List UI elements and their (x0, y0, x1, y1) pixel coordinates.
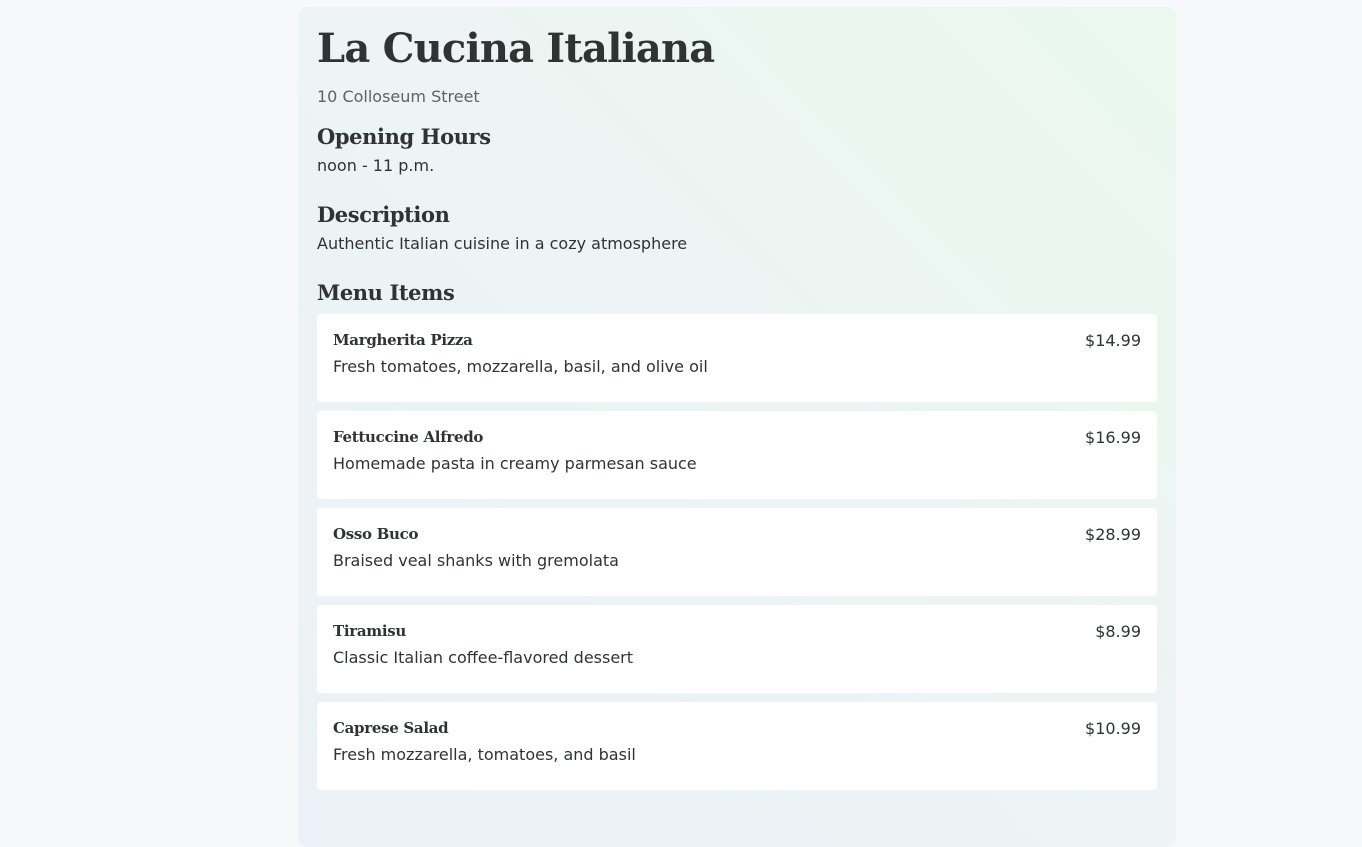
menu-item-description: Braised veal shanks with gremolata (333, 551, 619, 570)
menu-item-description: Homemade pasta in creamy parmesan sauce (333, 454, 697, 473)
menu-item-description: Fresh tomatoes, mozzarella, basil, and o… (333, 357, 708, 376)
opening-hours-text: noon - 11 p.m. (317, 156, 435, 175)
opening-hours-heading: Opening Hours (317, 124, 491, 149)
menu-item-name: Osso Buco (333, 525, 419, 543)
menu-item-price: $16.99 (1085, 428, 1141, 447)
menu-list: Margherita Pizza Fresh tomatoes, mozzare… (317, 314, 1157, 790)
menu-item: Osso Buco Braised veal shanks with gremo… (317, 508, 1157, 596)
menu-item-price: $28.99 (1085, 525, 1141, 544)
menu-item: Margherita Pizza Fresh tomatoes, mozzare… (317, 314, 1157, 402)
menu-item-price: $14.99 (1085, 331, 1141, 350)
menu-item-name: Fettuccine Alfredo (333, 428, 484, 446)
description-heading: Description (317, 202, 450, 227)
menu-item-description: Fresh mozzarella, tomatoes, and basil (333, 745, 636, 764)
menu-item: Caprese Salad Fresh mozzarella, tomatoes… (317, 702, 1157, 790)
menu-items-heading: Menu Items (317, 280, 455, 305)
restaurant-name: La Cucina Italiana (317, 25, 715, 72)
restaurant-card: La Cucina Italiana 10 Colloseum Street O… (298, 7, 1176, 847)
restaurant-address: 10 Colloseum Street (317, 87, 480, 106)
menu-item-name: Margherita Pizza (333, 331, 473, 349)
menu-item-name: Tiramisu (333, 622, 407, 640)
menu-item: Tiramisu Classic Italian coffee-flavored… (317, 605, 1157, 693)
menu-item-price: $8.99 (1095, 622, 1141, 641)
menu-item: Fettuccine Alfredo Homemade pasta in cre… (317, 411, 1157, 499)
description-text: Authentic Italian cuisine in a cozy atmo… (317, 234, 688, 253)
menu-item-description: Classic Italian coffee-flavored dessert (333, 648, 634, 667)
menu-item-name: Caprese Salad (333, 719, 449, 737)
menu-item-price: $10.99 (1085, 719, 1141, 738)
